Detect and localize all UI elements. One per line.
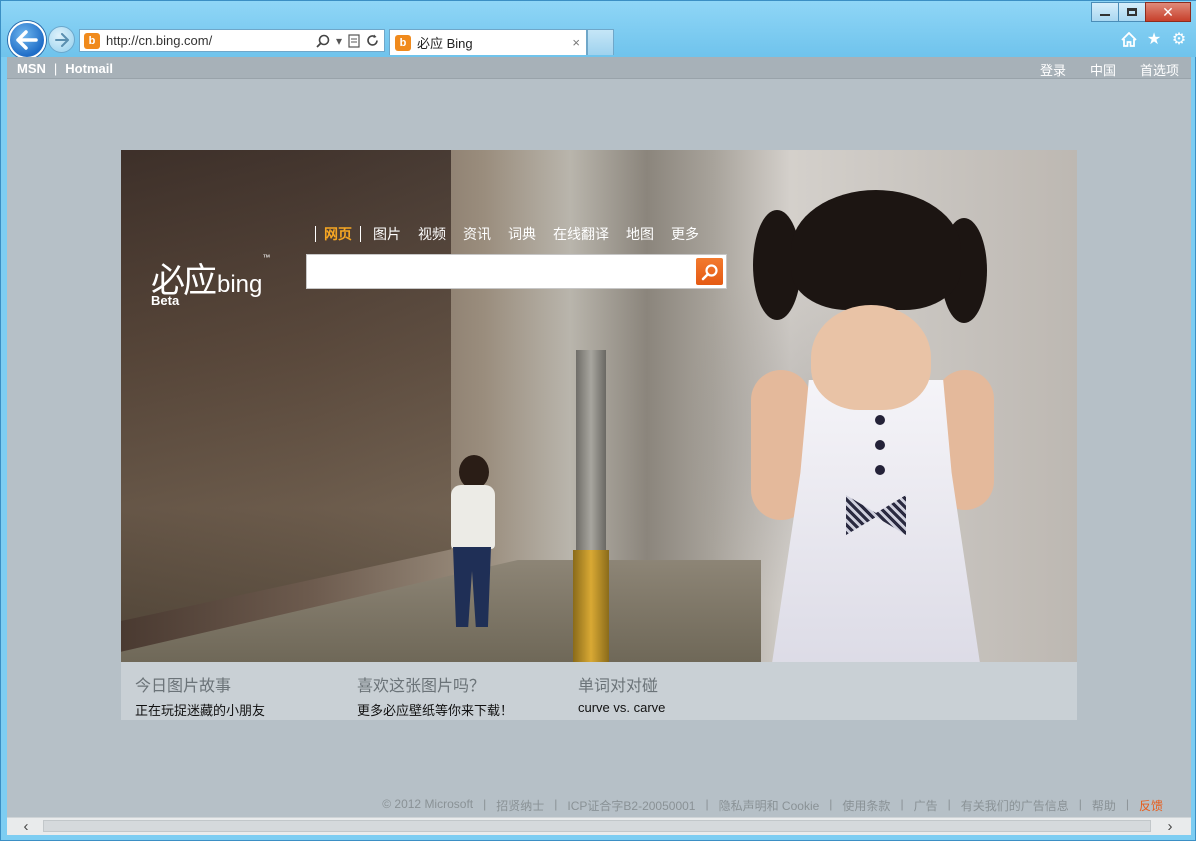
refresh-icon[interactable] (366, 34, 379, 47)
footer-link-terms[interactable]: 使用条款 (842, 797, 890, 814)
horizontal-scrollbar[interactable]: ‹ › (7, 817, 1191, 835)
scope-images[interactable]: 图片 (373, 224, 401, 244)
scope-more[interactable]: 更多 (671, 224, 699, 244)
address-url[interactable]: http://cn.bing.com/ (106, 33, 316, 48)
search-box (306, 254, 727, 289)
scroll-right-icon[interactable]: › (1155, 818, 1185, 835)
topbar-separator: | (53, 61, 58, 76)
scrollbar-thumb[interactable] (43, 820, 1151, 832)
footer-copyright: © 2012 Microsoft (382, 797, 474, 811)
link-preferences[interactable]: 首选项 (1140, 60, 1179, 79)
scope-news[interactable]: 资讯 (463, 224, 491, 244)
scroll-left-icon[interactable]: ‹ (11, 818, 41, 835)
logo-tm: ™ (262, 253, 271, 262)
link-hotmail[interactable]: Hotmail (65, 61, 113, 76)
footer-separator: | (705, 797, 709, 811)
info-heading: 今日图片故事 (135, 678, 232, 695)
tab-close-icon[interactable]: × (572, 35, 580, 50)
footer: © 2012 Microsoft | 招贤纳士 | ICP证合字B2-20050… (382, 797, 1163, 814)
link-msn[interactable]: MSN (17, 61, 46, 76)
girl-figure (741, 190, 1021, 662)
address-bar[interactable]: b http://cn.bing.com/ ▾ (79, 29, 385, 52)
compatibility-view-icon[interactable] (348, 33, 360, 48)
footer-separator: | (947, 797, 951, 811)
maximize-button[interactable] (1118, 2, 1146, 22)
footer-separator: | (483, 797, 487, 811)
info-heading: 单词对对碰 (578, 678, 659, 695)
window-controls: ✕ (1091, 2, 1191, 22)
info-story[interactable]: 今日图片故事 正在玩捉迷藏的小朋友 (135, 672, 265, 719)
scope-dictionary[interactable]: 词典 (508, 224, 536, 244)
forward-button[interactable] (48, 26, 75, 53)
info-sub: curve vs. carve (578, 700, 666, 715)
scope-videos[interactable]: 视频 (418, 224, 446, 244)
dropdown-arrow-icon[interactable]: ▾ (336, 34, 342, 48)
info-sub: 更多必应壁纸等你来下载！ (357, 703, 514, 718)
scope-web[interactable]: 网页 (324, 224, 352, 244)
footer-link-feedback[interactable]: 反馈 (1139, 797, 1163, 814)
page-viewport: MSN | Hotmail 登录 中国 首选项 必应bing™ Beta 网页 … (7, 57, 1191, 817)
info-sub: 正在玩捉迷藏的小朋友 (135, 703, 266, 718)
gear-icon[interactable]: ⚙ (1171, 30, 1187, 48)
footer-link-privacy[interactable]: 隐私声明和 Cookie (719, 797, 820, 814)
top-bar: MSN | Hotmail 登录 中国 首选项 (7, 57, 1191, 79)
info-strip: 今日图片故事 正在玩捉迷藏的小朋友 喜欢这张图片吗？ 更多必应壁纸等你来下载！ … (121, 662, 1077, 720)
browser-window: ✕ b http://cn.bing.com/ ▾ b 必应 Bing × ★ … (0, 0, 1196, 841)
search-button[interactable] (696, 258, 723, 285)
back-arrow-icon (16, 30, 38, 50)
link-sign-in[interactable]: 登录 (1040, 60, 1066, 79)
logo-en: bing (217, 271, 263, 298)
footer-separator: | (1125, 797, 1129, 811)
scope-translate[interactable]: 在线翻译 (553, 224, 609, 244)
back-button[interactable] (8, 21, 46, 59)
search-input[interactable] (307, 255, 695, 288)
browser-chrome: ✕ b http://cn.bing.com/ ▾ b 必应 Bing × ★ … (1, 1, 1196, 59)
search-icon (701, 263, 718, 280)
tab-title: 必应 Bing (417, 36, 473, 51)
search-icon[interactable] (316, 34, 330, 48)
footer-separator: | (1078, 797, 1082, 811)
footer-separator: | (829, 797, 833, 811)
scope-maps[interactable]: 地图 (626, 224, 654, 244)
footer-link-help[interactable]: 帮助 (1092, 797, 1116, 814)
info-wallpaper[interactable]: 喜欢这张图片吗？ 更多必应壁纸等你来下载！ (357, 672, 513, 719)
footer-separator: | (554, 797, 558, 811)
footer-link-about-ads[interactable]: 有关我们的广告信息 (961, 797, 1069, 814)
favorites-star-icon[interactable]: ★ (1146, 30, 1162, 48)
home-icon[interactable] (1121, 30, 1137, 48)
boy-figure (441, 455, 501, 635)
info-words[interactable]: 单词对对碰 curve vs. carve (578, 672, 665, 715)
link-country[interactable]: 中国 (1090, 60, 1116, 79)
close-window-button[interactable]: ✕ (1145, 2, 1191, 22)
logo-beta: Beta (151, 293, 180, 308)
footer-separator: | (900, 797, 904, 811)
tab-bing[interactable]: b 必应 Bing × (389, 29, 587, 55)
footer-link-jobs[interactable]: 招贤纳士 (496, 797, 544, 814)
bing-favicon-icon: b (84, 32, 100, 49)
info-heading: 喜欢这张图片吗？ (357, 678, 486, 695)
forward-arrow-icon (54, 32, 69, 47)
bing-favicon-icon: b (395, 34, 411, 51)
search-scopes: 网页 图片 视频 资讯 词典 在线翻译 地图 更多 (307, 224, 716, 244)
new-tab-button[interactable] (587, 29, 614, 55)
footer-link-ads[interactable]: 广告 (914, 797, 938, 814)
footer-link-icp[interactable]: ICP证合字B2-20050001 (567, 797, 695, 814)
bing-logo[interactable]: 必应bing™ Beta (151, 253, 271, 308)
browser-tools: ★ ⚙ (1121, 30, 1187, 48)
minimize-button[interactable] (1091, 2, 1119, 22)
